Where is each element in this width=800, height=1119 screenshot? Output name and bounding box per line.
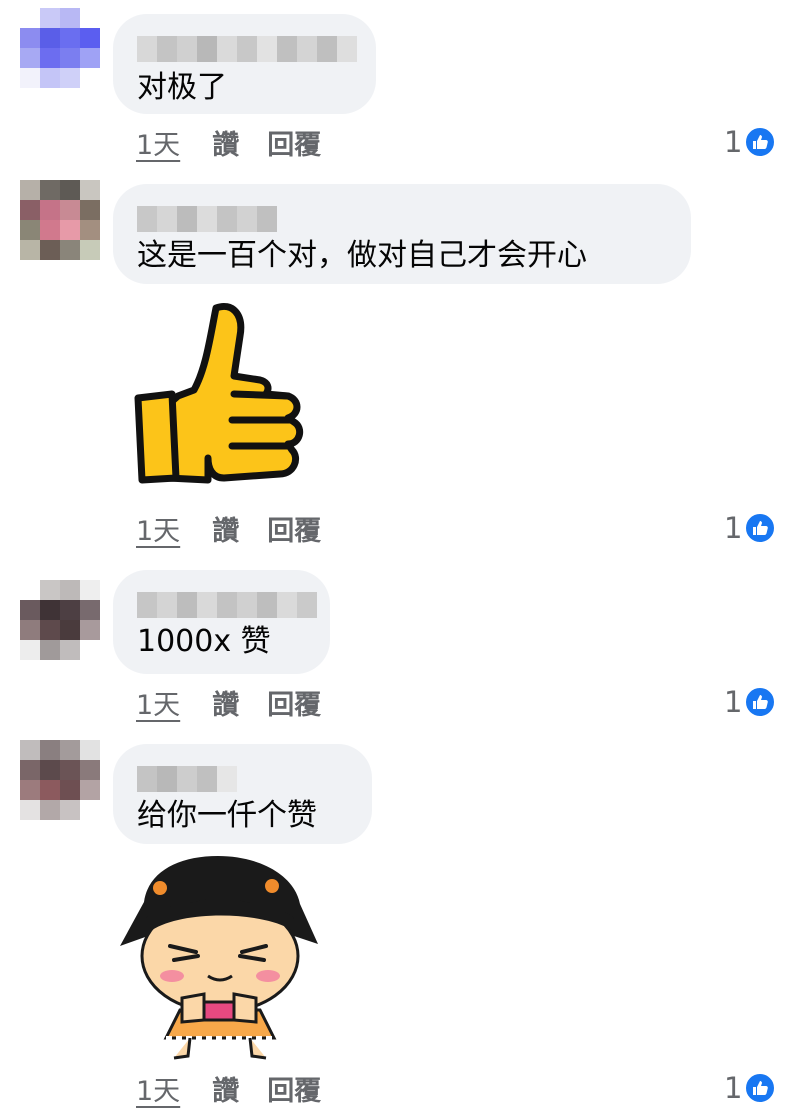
reaction-count: 1 — [724, 685, 743, 719]
reaction-count: 1 — [724, 1071, 743, 1105]
like-button[interactable]: 讚 — [212, 123, 239, 162]
avatar[interactable] — [20, 180, 100, 260]
reply-button[interactable]: 回覆 — [267, 509, 321, 548]
comment-text: 对极了 — [137, 70, 227, 105]
like-thumb-icon — [744, 126, 777, 158]
avatar[interactable] — [20, 580, 100, 660]
comment-time-link[interactable]: 1天 — [136, 123, 180, 162]
comment-bubble: 对极了 — [113, 14, 376, 114]
thumbs-up-sticker[interactable] — [128, 298, 308, 490]
comment-actions: 1天 讚 回覆 — [136, 682, 321, 722]
blurred-author-name[interactable] — [137, 766, 237, 792]
reply-button[interactable]: 回覆 — [267, 683, 321, 722]
comment-time-link[interactable]: 1天 — [136, 1069, 180, 1108]
comment-text: 给你一仟个赞 — [137, 798, 317, 833]
reply-button[interactable]: 回覆 — [267, 1069, 321, 1108]
avatar[interactable] — [20, 740, 100, 820]
blurred-author-name[interactable] — [137, 206, 277, 232]
reaction-count: 1 — [724, 511, 743, 545]
comment-actions: 1天 讚 回覆 — [136, 1068, 321, 1108]
blurred-author-name[interactable] — [137, 592, 317, 618]
comment-time-link[interactable]: 1天 — [136, 683, 180, 722]
comment-actions: 1天 讚 回覆 — [136, 508, 321, 548]
reaction-summary[interactable]: 1 — [724, 122, 777, 162]
blurred-author-name[interactable] — [137, 36, 357, 62]
comment-actions: 1天 讚 回覆 — [136, 122, 321, 162]
like-thumb-icon — [744, 512, 777, 544]
like-button[interactable]: 讚 — [212, 509, 239, 548]
reaction-summary[interactable]: 1 — [724, 682, 777, 722]
like-thumb-icon — [744, 1072, 777, 1104]
like-button[interactable]: 讚 — [212, 683, 239, 722]
comment-bubble: 1000x 赞 — [113, 570, 330, 674]
comment-text: 1000x 赞 — [137, 624, 271, 659]
cartoon-girl-thumbs-up-sticker[interactable] — [118, 852, 322, 1062]
like-thumb-icon — [744, 686, 777, 718]
comment-time-link[interactable]: 1天 — [136, 509, 180, 548]
reaction-summary[interactable]: 1 — [724, 508, 777, 548]
reply-button[interactable]: 回覆 — [267, 123, 321, 162]
comment-text: 这是一百个对，做对自己才会开心 — [137, 238, 587, 273]
reaction-summary[interactable]: 1 — [724, 1068, 777, 1108]
like-button[interactable]: 讚 — [212, 1069, 239, 1108]
comment-bubble: 这是一百个对，做对自己才会开心 — [113, 184, 691, 284]
avatar[interactable] — [20, 8, 100, 88]
reaction-count: 1 — [724, 125, 743, 159]
comment-bubble: 给你一仟个赞 — [113, 744, 372, 844]
